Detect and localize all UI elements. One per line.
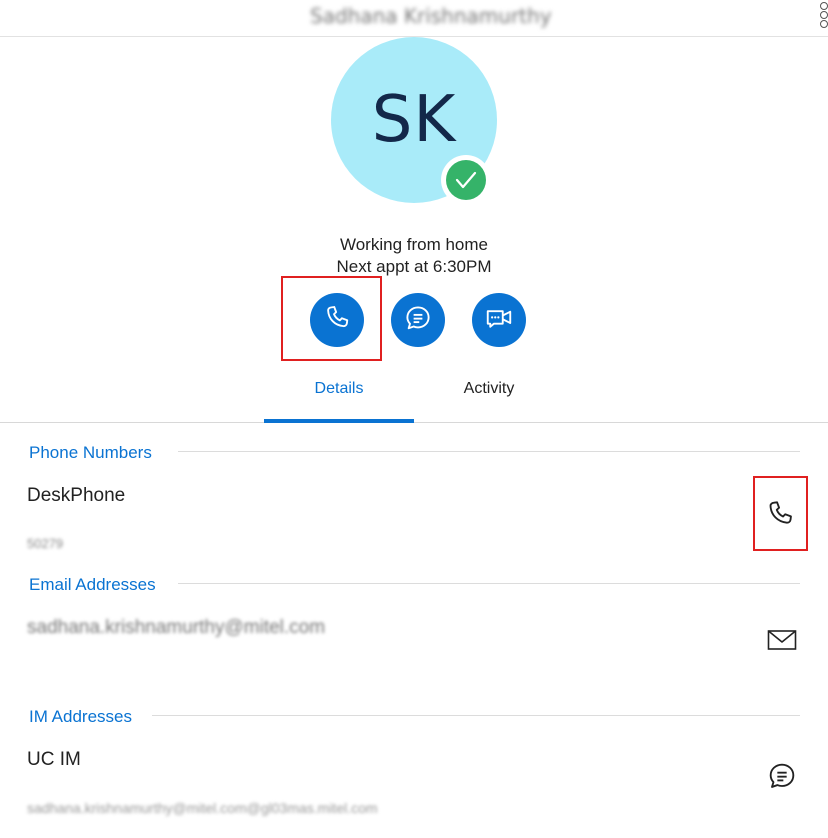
phone-icon [322,303,352,337]
email-entry-address: sadhana.krishnamurthy@mitel.com [27,617,326,638]
status-message: Working from home [339,235,488,254]
avatar-initials: SK [371,83,457,157]
presence-badge [441,155,491,205]
section-title-phone-numbers: Phone Numbers [29,443,166,463]
im-entry-label: UC IM [27,749,81,770]
section-title-im-addresses: IM Addresses [29,707,146,727]
section-divider [152,715,800,716]
contact-name-title: Sadhana Krishnamurthy [310,4,552,28]
phone-entry-label: DeskPhone [27,485,126,506]
section-divider [178,451,800,452]
chat-bubble-icon [403,303,433,337]
chat-button[interactable] [391,293,445,347]
video-chat-icon [484,303,514,337]
phone-icon[interactable] [764,497,796,535]
envelope-icon[interactable] [767,628,797,656]
video-button[interactable] [472,293,526,347]
checkmark-icon [446,160,486,200]
tab-activity[interactable]: Activity [414,380,564,398]
top-bar: Sadhana Krishnamurthy [0,0,828,37]
section-divider [178,583,800,584]
active-tab-indicator [264,419,414,423]
phone-entry-number: 50279 [27,536,64,551]
next-appointment: Next appt at 6:30PM [336,257,492,276]
tab-details[interactable]: Details [264,380,414,398]
more-options-icon[interactable] [820,2,828,28]
im-entry-address: sadhana.krishnamurthy@mitel.com@gl03mas.… [27,800,378,816]
call-button[interactable] [310,293,364,347]
chat-bubble-icon[interactable] [766,760,798,796]
tabs-divider [0,422,828,423]
section-title-email-addresses: Email Addresses [29,575,170,595]
